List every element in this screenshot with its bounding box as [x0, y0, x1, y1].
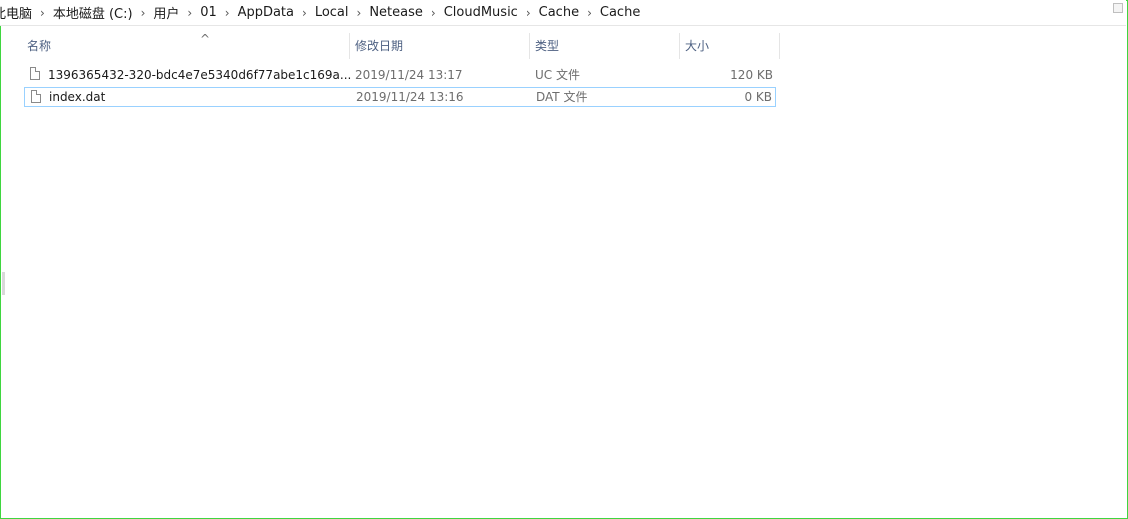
file-modified: 2019/11/24 13:17 [355, 68, 463, 82]
file-row-selected[interactable]: index.dat 2019/11/24 13:16 DAT 文件 0 KB [24, 87, 776, 107]
breadcrumb-item-cache-current[interactable]: Cache [596, 5, 644, 20]
breadcrumb-item-user[interactable]: 01 [196, 5, 221, 20]
file-row[interactable]: 1396365432-320-bdc4e7e5340d6f77abe1c169a… [24, 65, 776, 85]
chevron-right-icon[interactable]: › [183, 6, 196, 20]
file-name: index.dat [49, 90, 106, 104]
column-header-size[interactable]: 大小 [680, 33, 780, 59]
scrollbar-thumb[interactable] [2, 272, 5, 295]
file-icon [30, 67, 40, 80]
column-header-type[interactable]: 类型 [530, 33, 680, 59]
chevron-right-icon[interactable]: › [137, 6, 150, 20]
chevron-right-icon[interactable]: › [427, 6, 440, 20]
column-header-modified[interactable]: 修改日期 [350, 33, 530, 59]
scroll-up-icon[interactable] [1113, 3, 1123, 13]
breadcrumb-item-cloudmusic[interactable]: CloudMusic [440, 5, 522, 20]
chevron-right-icon[interactable]: › [583, 6, 596, 20]
file-type: UC 文件 [535, 68, 580, 82]
breadcrumb-item-netease[interactable]: Netease [365, 5, 427, 20]
breadcrumb-item-this-pc[interactable]: 此电脑 [0, 3, 36, 22]
column-header-row: 名称 ^ 修改日期 类型 大小 [0, 32, 780, 59]
file-icon [31, 90, 41, 103]
column-header-modified-label: 修改日期 [355, 39, 404, 53]
chevron-right-icon[interactable]: › [298, 6, 311, 20]
column-header-name-label: 名称 [27, 39, 52, 53]
chevron-right-icon[interactable]: › [36, 6, 49, 20]
breadcrumb-item-local[interactable]: Local [311, 5, 353, 20]
breadcrumb-item-users[interactable]: 用户 [149, 3, 183, 22]
breadcrumb-item-local-disk[interactable]: 本地磁盘 (C:) [49, 3, 137, 22]
file-type: DAT 文件 [536, 90, 588, 104]
sort-ascending-icon: ^ [200, 32, 211, 46]
breadcrumb: 此电脑 › 本地磁盘 (C:) › 用户 › 01 › AppData › Lo… [0, 0, 1126, 26]
column-header-name[interactable]: 名称 ^ [22, 32, 350, 59]
column-header-type-label: 类型 [535, 39, 560, 53]
file-size: 0 KB [744, 90, 772, 104]
breadcrumb-item-appdata[interactable]: AppData [234, 5, 298, 20]
breadcrumb-item-cache[interactable]: Cache [535, 5, 583, 20]
file-size: 120 KB [730, 68, 773, 82]
column-header-size-label: 大小 [685, 39, 710, 53]
file-name: 1396365432-320-bdc4e7e5340d6f77abe1c169a… [48, 68, 352, 82]
chevron-right-icon[interactable]: › [353, 6, 366, 20]
file-modified: 2019/11/24 13:16 [356, 90, 464, 104]
chevron-right-icon[interactable]: › [221, 6, 234, 20]
chevron-right-icon[interactable]: › [522, 6, 535, 20]
